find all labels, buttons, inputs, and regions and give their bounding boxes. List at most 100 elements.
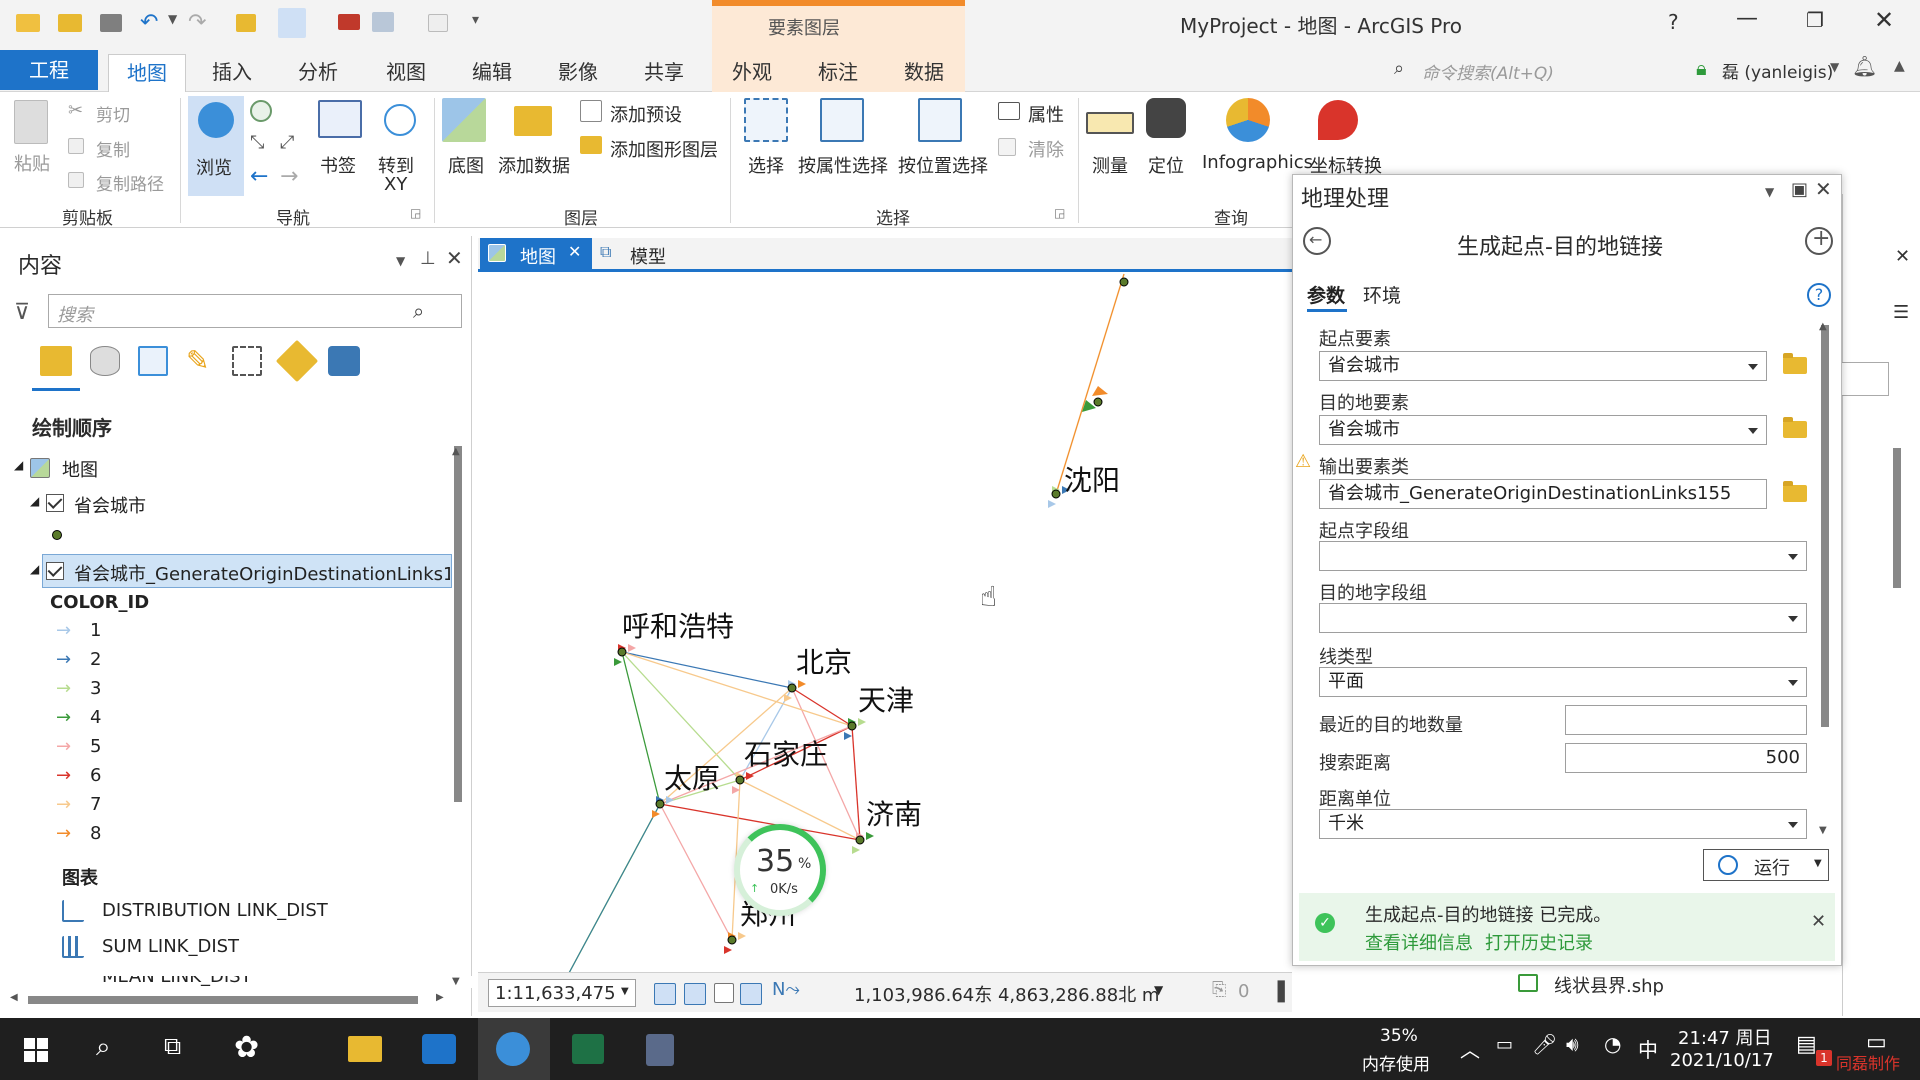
explore-icon[interactable] [278,8,306,38]
file-explorer-icon[interactable] [348,1036,382,1062]
clock-time[interactable]: 21:47 周日 [1678,1024,1772,1050]
tool-options-button[interactable]: + [1805,226,1833,255]
ime-indicator[interactable]: 中 [1638,1034,1658,1063]
legend-class-label[interactable]: 7 [90,794,101,815]
app-swirl-icon[interactable]: ✿ [234,1030,259,1065]
dialog-launcher-icon[interactable]: ◲ [1054,206,1065,220]
city-point[interactable] [787,683,797,693]
catalog-dropdown[interactable] [1841,362,1889,396]
browse-folder-icon[interactable] [1783,417,1807,438]
menu-icon[interactable]: ☰ [1893,302,1909,323]
help-button[interactable]: ? [1668,10,1679,34]
list-by-source-icon[interactable] [90,346,120,376]
collapse-ribbon-icon[interactable]: ▲ [1894,58,1905,74]
num-nearest-input[interactable] [1565,705,1807,735]
layer-visibility-checkbox[interactable] [46,562,64,580]
tab-project[interactable]: 工程 [0,50,98,90]
cut-button[interactable]: 剪切 [96,101,130,126]
destination-group-field-select[interactable] [1319,603,1807,633]
tab-share[interactable]: 共享 [644,56,684,85]
fixed-zoom-in-icon[interactable]: ⤡ [250,132,264,153]
list-by-labeling-icon[interactable] [275,339,319,383]
select-button[interactable]: 选择 [748,152,784,178]
close-pane-icon[interactable]: ✕ [446,246,463,270]
help-icon[interactable]: ? [1807,283,1831,307]
filter-icon[interactable]: ⊽ [14,300,30,325]
grid-tool-icon[interactable] [654,983,676,1005]
select-by-attributes-button[interactable]: 按属性选择 [798,152,888,178]
north-icon[interactable]: N⤳ [772,979,800,1000]
excel-icon[interactable] [572,1034,604,1064]
add-preset-button[interactable]: 添加预设 [610,101,682,127]
tab-data[interactable]: 数据 [904,56,944,85]
scroll-down-icon[interactable]: ▼ [1819,825,1827,836]
legend-class-label[interactable]: 8 [90,823,101,844]
next-extent-icon[interactable]: → [280,164,298,189]
copy-button[interactable]: 复制 [96,136,130,161]
scroll-down-icon[interactable]: ▼ [452,976,460,987]
view-details-link[interactable]: 查看详细信息 [1365,929,1473,955]
vertical-scrollbar-thumb[interactable] [1893,448,1901,588]
clear-button[interactable]: 清除 [1028,136,1064,162]
chevron-down-icon[interactable]: ▼ [1830,60,1839,74]
snapping-icon[interactable] [684,983,706,1005]
table-grid-icon[interactable] [714,983,734,1003]
legend-class-label[interactable]: 1 [90,620,101,641]
attributes-button[interactable]: 属性 [1028,101,1064,127]
vertical-scrollbar-thumb[interactable] [1821,325,1829,727]
legend-class-label[interactable]: 6 [90,765,101,786]
clock-date[interactable]: 2021/10/17 [1670,1050,1774,1071]
map-view[interactable]: 沈阳呼和浩特北京天津石家庄太原济南郑州 [478,236,1298,1016]
tab-edit[interactable]: 编辑 [472,56,512,85]
chevron-down-icon[interactable]: ▼ [1814,858,1822,869]
paste-icon[interactable] [14,100,48,144]
city-point[interactable] [855,835,865,845]
tab-map-view[interactable]: 地图 ✕ [480,238,592,270]
vertical-scrollbar-thumb[interactable] [454,446,462,802]
city-point[interactable] [1051,489,1061,499]
list-by-editing-icon[interactable]: ✎ [186,344,209,377]
constraints-icon[interactable] [740,983,762,1005]
table-icon[interactable] [428,14,448,32]
map-canvas[interactable]: 沈阳呼和浩特北京天津石家庄太原济南郑州 [478,272,1298,1012]
dialog-launcher-icon[interactable]: ◲ [410,206,421,220]
close-pane-icon[interactable]: ✕ [1815,177,1832,201]
add-data-button[interactable]: 添加数据 [498,152,570,178]
customize-qat-icon[interactable]: ▾ [472,12,479,28]
close-message-icon[interactable]: ✕ [1811,911,1826,932]
pane-options-icon[interactable]: ▼ [396,254,405,268]
network-icon[interactable]: ◔ [1604,1032,1621,1056]
user-name[interactable]: 磊 (yanleigis) [1722,58,1833,83]
tab-appearance[interactable]: 外观 [732,56,772,85]
chevron-down-icon[interactable]: ▼ [168,12,177,26]
contents-search-input[interactable]: 搜索 ⌕ [48,294,462,328]
show-desktop-icon[interactable]: ▭ [1866,1030,1887,1055]
city-point[interactable] [617,647,627,657]
chart-item-sum[interactable]: SUM LINK_DIST [102,936,239,957]
restore-button[interactable]: ❐ [1806,8,1824,32]
paste-button[interactable]: 粘贴 [14,150,50,176]
tree-layer-cities[interactable]: 省会城市 [74,492,146,518]
add-data-icon[interactable] [236,14,256,32]
select-by-location-button[interactable]: 按位置选择 [898,152,988,178]
task-view-icon[interactable]: ⧉ [164,1032,181,1060]
chevron-down-icon[interactable]: ▼ [1154,983,1163,997]
copy-path-button[interactable]: 复制路径 [96,170,164,195]
select-icon[interactable] [372,12,394,32]
minimize-button[interactable]: — [1736,6,1758,31]
toolbox-icon[interactable] [338,14,360,30]
back-button[interactable]: ← [1303,227,1331,255]
tab-insert[interactable]: 插入 [212,56,252,85]
tab-environments[interactable]: 环境 [1363,281,1401,308]
scroll-right-icon[interactable]: ▶ [436,992,444,1003]
maximize-pane-icon[interactable]: ▣ [1791,179,1808,200]
fixed-zoom-out-icon[interactable]: ⤢ [280,132,294,153]
od-link-line[interactable] [659,803,733,941]
infographics-button[interactable]: Infographics [1202,152,1313,173]
horizontal-scrollbar-thumb[interactable] [28,996,418,1004]
tab-map[interactable]: 地图 [108,54,186,92]
battery-icon[interactable]: ▭ [1496,1034,1513,1055]
scroll-up-icon[interactable]: ▲ [452,446,460,457]
add-graphics-layer-button[interactable]: 添加图形图层 [610,136,718,162]
tab-imagery[interactable]: 影像 [558,56,598,85]
